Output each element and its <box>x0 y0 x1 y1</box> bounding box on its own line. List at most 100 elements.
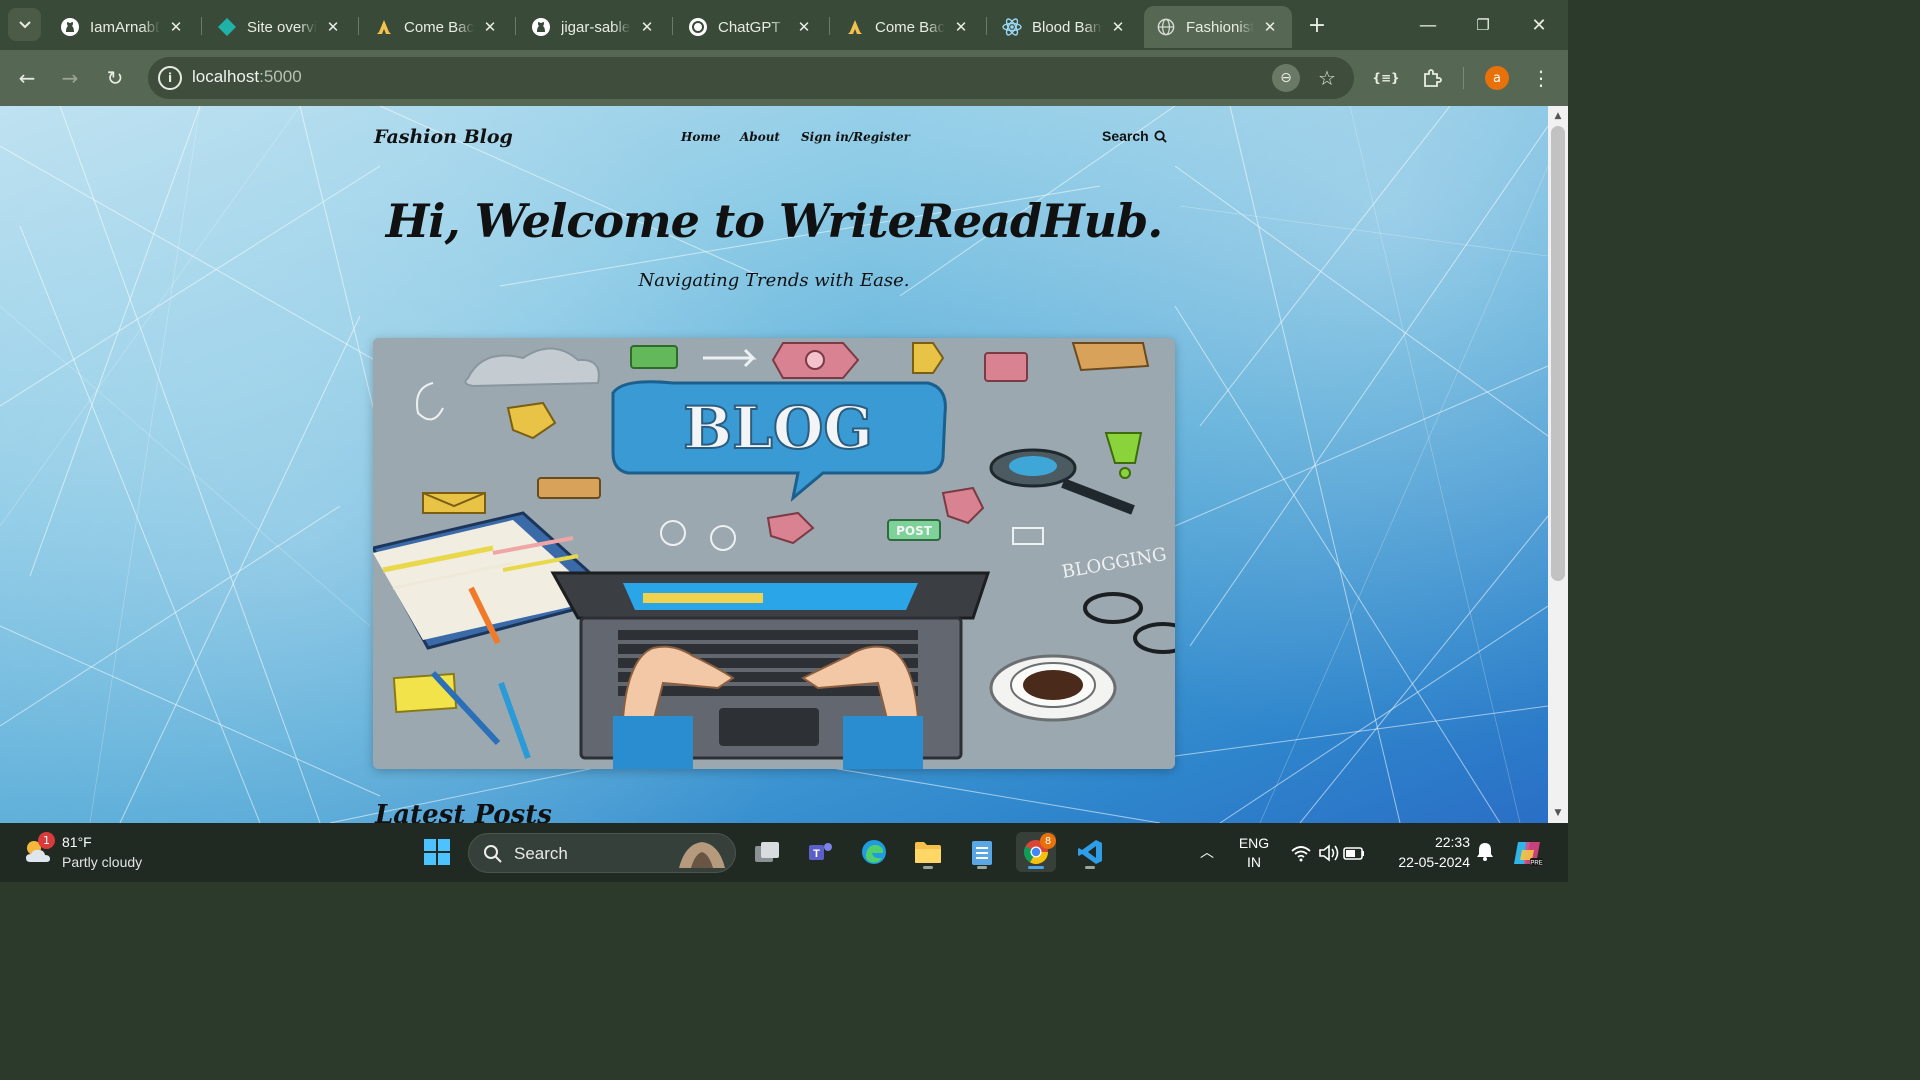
tab-search-menu-button[interactable] <box>8 8 41 41</box>
tab-4[interactable]: jigar-sable ✕ <box>519 6 669 48</box>
page-scrollbar[interactable]: ▲ ▼ <box>1548 106 1568 823</box>
restore-button[interactable]: ❐ <box>1468 10 1498 40</box>
hero-blog-illustration: BLOG POST BLOGGING <box>373 338 1175 769</box>
taskbar-search-label: Search <box>514 844 568 863</box>
tab-divider <box>986 17 987 35</box>
running-indicator <box>977 866 987 869</box>
weather-alert-badge: 1 <box>38 832 55 849</box>
close-icon[interactable]: ✕ <box>166 17 186 37</box>
bookmark-button[interactable]: ☆ <box>1313 64 1341 92</box>
zoom-button[interactable]: ⊖ <box>1272 64 1300 92</box>
close-icon[interactable]: ✕ <box>637 17 657 37</box>
minimize-icon: — <box>1419 14 1437 36</box>
close-window-button[interactable]: ✕ <box>1524 10 1554 40</box>
notepad-app[interactable] <box>962 832 1002 872</box>
reload-icon: ↻ <box>106 66 124 90</box>
battery-icon <box>1343 847 1364 860</box>
zoom-out-icon: ⊖ <box>1280 70 1292 86</box>
tab-title: jigar-sable <box>561 18 631 36</box>
tab-1[interactable]: IamArnabDas ✕ <box>48 6 198 48</box>
tab-2[interactable]: Site overview ✕ <box>205 6 355 48</box>
network-volume-battery-group[interactable] <box>1290 842 1370 868</box>
back-button[interactable]: ← <box>11 62 43 94</box>
search-icon <box>484 845 502 863</box>
site-info-icon[interactable]: i <box>158 66 182 90</box>
extensions-button[interactable] <box>1416 62 1448 94</box>
browser-toolbar: ← → ↻ i localhost:5000 ⊖ ☆ {≡} ⋮ <box>0 50 1568 106</box>
clock-date: 22-05-2024 <box>1398 854 1470 870</box>
notepad-icon <box>972 841 992 865</box>
devtools-extension-button[interactable]: {≡} <box>1370 62 1402 94</box>
browser-menu-button[interactable]: ⋮ <box>1525 62 1557 94</box>
arrow-right-icon: → <box>61 66 79 90</box>
chatgpt-icon <box>688 17 708 37</box>
volume-icon <box>1319 844 1339 862</box>
nav-signin-link[interactable]: Sign in/Register <box>801 130 910 144</box>
close-icon[interactable]: ✕ <box>1260 17 1280 37</box>
tab-divider <box>672 17 673 35</box>
scrollbar-thumb[interactable] <box>1551 126 1565 581</box>
address-url[interactable]: localhost:5000 <box>192 67 302 87</box>
tab-title: Fashionista <box>1186 18 1254 36</box>
windows-taskbar: 1 81°F Partly cloudy Search T 8 ︿ ENG IN <box>0 823 1568 882</box>
notifications-button[interactable] <box>1476 841 1496 863</box>
tab-8-active[interactable]: Fashionista ✕ <box>1144 6 1292 48</box>
close-icon[interactable]: ✕ <box>951 17 971 37</box>
scroll-up-arrow[interactable]: ▲ <box>1552 110 1564 122</box>
scroll-down-arrow[interactable]: ▼ <box>1552 807 1564 819</box>
nav-home-link[interactable]: Home <box>681 130 721 144</box>
tab-5[interactable]: ChatGPT ✕ <box>676 6 826 48</box>
edge-app[interactable] <box>854 832 894 872</box>
nav-about-link[interactable]: About <box>740 130 780 144</box>
chrome-app[interactable]: 8 <box>1016 832 1056 872</box>
tab-3[interactable]: Come Back ✕ <box>362 6 512 48</box>
task-view-button[interactable] <box>747 832 787 872</box>
minimize-button[interactable]: — <box>1413 10 1443 40</box>
hero-subtitle: Navigating Trends with Ease. <box>638 270 910 291</box>
address-host: localhost <box>192 67 260 86</box>
react-icon <box>1002 17 1022 37</box>
tab-title: Site overview <box>247 18 317 36</box>
file-explorer-app[interactable] <box>908 832 948 872</box>
forward-button[interactable]: → <box>54 62 86 94</box>
chrome-profile-badge: 8 <box>1040 833 1056 849</box>
close-icon[interactable]: ✕ <box>480 17 500 37</box>
close-icon[interactable]: ✕ <box>794 17 814 37</box>
tab-title: Come Back <box>404 18 474 36</box>
start-button[interactable] <box>417 832 457 872</box>
tab-divider <box>515 17 516 35</box>
system-status-icons <box>1291 844 1364 862</box>
github-icon <box>531 17 551 37</box>
running-indicator <box>1028 866 1044 869</box>
show-hidden-icons-button[interactable]: ︿ <box>1196 841 1218 863</box>
new-tab-button[interactable]: + <box>1304 12 1330 38</box>
close-icon[interactable]: ✕ <box>323 17 343 37</box>
task-view-icon <box>755 842 779 862</box>
folder-icon <box>915 842 941 863</box>
chevron-down-icon <box>18 20 31 28</box>
address-bar[interactable]: i localhost:5000 ⊖ ☆ <box>148 57 1354 99</box>
tab-6[interactable]: Come Back ✕ <box>833 6 983 48</box>
nav-search-link[interactable]: Search <box>1102 128 1167 144</box>
close-icon[interactable]: ✕ <box>1108 17 1128 37</box>
language-line-2: IN <box>1247 854 1261 870</box>
running-indicator <box>1085 866 1095 869</box>
reload-button[interactable]: ↻ <box>99 62 131 94</box>
profile-avatar[interactable]: a <box>1485 66 1509 90</box>
toolbar-divider <box>1463 67 1464 89</box>
address-port: :5000 <box>259 67 302 86</box>
copilot-button[interactable]: PRE <box>1512 838 1544 868</box>
copilot-icon: PRE <box>1514 842 1543 867</box>
site-logo[interactable]: Fashion Blog <box>374 126 513 148</box>
bell-icon <box>1477 843 1493 861</box>
wifi-icon <box>1291 846 1311 862</box>
taskbar-search-box[interactable]: Search <box>468 833 736 873</box>
tab-7[interactable]: Blood Bank ✕ <box>990 6 1140 48</box>
illustration-post-text: POST <box>896 524 933 538</box>
globe-icon <box>1156 17 1176 37</box>
teams-app[interactable]: T <box>800 832 840 872</box>
tab-divider <box>829 17 830 35</box>
vscode-app[interactable] <box>1070 832 1110 872</box>
hero-title: Hi, Welcome to WriteReadHub. <box>385 194 1164 248</box>
edge-icon <box>862 840 886 864</box>
